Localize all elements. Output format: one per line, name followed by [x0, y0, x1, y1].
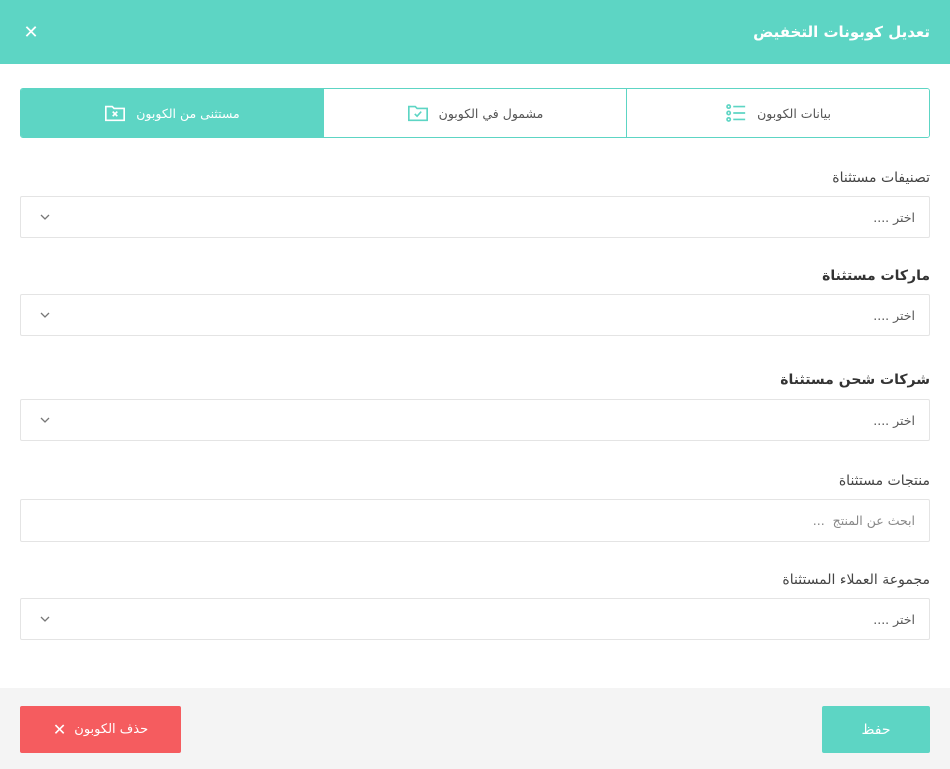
tab-excluded[interactable]: مستثنى من الكوبون — [21, 89, 323, 137]
brands-label: ماركات مستثناة — [822, 268, 930, 284]
categories-select-value: اختر .... — [873, 210, 915, 225]
brands-select-value: اختر .... — [873, 308, 915, 323]
categories-label: تصنيفات مستثناة — [832, 170, 930, 186]
modal-footer: حفظ حذف الكوبون ✕ — [0, 688, 950, 769]
list-icon — [726, 104, 746, 122]
chevron-down-icon — [40, 214, 50, 220]
shipping-select-value: اختر .... — [873, 413, 915, 428]
product-search-input[interactable] — [20, 499, 930, 542]
shipping-select[interactable]: اختر .... — [20, 399, 930, 441]
tab-coupon-data-label: بيانات الكوبون — [757, 105, 831, 121]
chevron-down-icon — [40, 616, 50, 622]
customer-groups-label: مجموعة العملاء المستثناة — [782, 572, 930, 588]
chevron-down-icon — [40, 417, 50, 423]
tab-coupon-data[interactable]: بيانات الكوبون — [626, 89, 929, 137]
modal-header: تعديل كوبونات التخفيض ✕ — [0, 0, 950, 64]
shipping-label: شركات شحن مستثناة — [780, 372, 930, 388]
save-button[interactable]: حفظ — [822, 706, 930, 753]
products-label: منتجات مستثناة — [838, 473, 930, 489]
folder-check-icon — [407, 105, 428, 122]
tab-bar: مستثنى من الكوبون مشمول في الكوبون بيانا… — [20, 88, 930, 138]
tab-included-label: مشمول في الكوبون — [438, 105, 544, 121]
tab-included[interactable]: مشمول في الكوبون — [323, 89, 626, 137]
delete-coupon-label: حذف الكوبون — [74, 722, 149, 737]
folder-x-icon — [105, 105, 126, 122]
categories-select[interactable]: اختر .... — [20, 196, 930, 238]
close-icon: ✕ — [52, 720, 67, 739]
close-icon[interactable]: ✕ — [20, 22, 42, 44]
chevron-down-icon — [40, 312, 50, 318]
customer-groups-select[interactable]: اختر .... — [20, 598, 930, 640]
tab-excluded-label: مستثنى من الكوبون — [136, 105, 240, 121]
brands-select[interactable]: اختر .... — [20, 294, 930, 336]
customer-groups-select-value: اختر .... — [873, 612, 915, 627]
modal-title: تعديل كوبونات التخفيض — [753, 23, 930, 41]
delete-coupon-button[interactable]: حذف الكوبون ✕ — [20, 706, 181, 753]
